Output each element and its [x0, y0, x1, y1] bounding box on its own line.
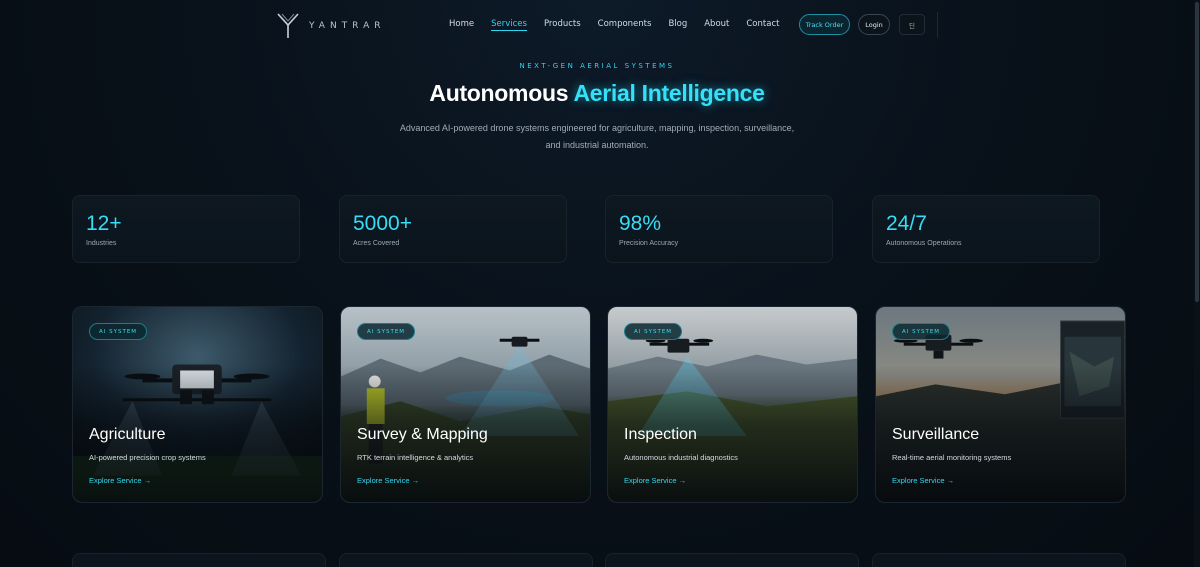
service-description: Autonomous industrial diagnostics — [624, 453, 738, 462]
login-button[interactable]: Login — [858, 14, 890, 35]
language-button[interactable]: 딘 — [899, 14, 925, 35]
service-card-survey-mapping[interactable]: AI SYSTEM Survey & Mapping RTK terrain i… — [340, 306, 591, 503]
service-card-inspection[interactable]: AI SYSTEM Inspection Autonomous industri… — [607, 306, 858, 503]
explore-service-link[interactable]: Explore Service → — [89, 476, 151, 485]
nav-links: Home Services Products Components Blog A… — [449, 19, 796, 31]
ai-system-badge: AI SYSTEM — [624, 323, 683, 340]
yantrar-logo-icon — [277, 13, 299, 38]
ai-system-badge: AI SYSTEM — [89, 323, 148, 340]
nav-divider — [937, 12, 938, 38]
hero-eyebrow: NEXT-GEN AERIAL SYSTEMS — [519, 62, 675, 70]
service-description: AI-powered precision crop systems — [89, 453, 206, 462]
stat-value: 24/7 — [886, 212, 927, 235]
hero-subtitle-line-2: and industrial automation. — [545, 140, 649, 150]
stat-card-accuracy: 98% Precision Accuracy — [605, 195, 833, 263]
service-title: Surveillance — [892, 426, 980, 443]
stat-label: Industries — [86, 240, 117, 247]
next-row-card — [72, 553, 326, 567]
page-scrollbar[interactable] — [1194, 0, 1200, 567]
stat-card-acres: 5000+ Acres Covered — [339, 195, 567, 263]
stat-card-industries: 12+ Industries — [72, 195, 300, 263]
nav-link-services[interactable]: Services — [491, 19, 527, 31]
hero-title: Autonomous Aerial Intelligence — [0, 80, 1194, 107]
explore-service-link[interactable]: Explore Service → — [624, 476, 686, 485]
stat-label: Precision Accuracy — [619, 240, 679, 247]
stat-value: 5000+ — [353, 212, 412, 235]
service-title: Agriculture — [89, 426, 166, 443]
stat-card-operations: 24/7 Autonomous Operations — [872, 195, 1100, 263]
nav-link-products[interactable]: Products — [544, 19, 581, 31]
explore-service-link[interactable]: Explore Service → — [357, 476, 419, 485]
hero-title-main: Autonomous — [429, 80, 569, 106]
brand-name: YANTRAR — [309, 21, 386, 31]
next-row-card — [872, 553, 1126, 567]
service-title: Survey & Mapping — [357, 426, 488, 443]
stat-label: Acres Covered — [353, 240, 400, 247]
stat-value: 98% — [619, 212, 662, 235]
service-title: Inspection — [624, 426, 697, 443]
service-description: RTK terrain intelligence & analytics — [357, 453, 474, 462]
hero-title-highlight: Aerial Intelligence — [573, 80, 765, 106]
scrollbar-thumb[interactable] — [1195, 2, 1199, 302]
next-row-card — [339, 553, 593, 567]
nav-link-blog[interactable]: Blog — [668, 19, 687, 31]
stat-label: Autonomous Operations — [886, 240, 962, 247]
hero-subtitle: Advanced AI-powered drone systems engine… — [0, 120, 1194, 154]
nav-link-components[interactable]: Components — [598, 19, 652, 31]
nav-link-home[interactable]: Home — [449, 19, 474, 31]
ai-system-badge: AI SYSTEM — [892, 323, 951, 340]
explore-service-link[interactable]: Explore Service → — [892, 476, 954, 485]
next-row-card — [605, 553, 859, 567]
service-card-surveillance[interactable]: AI SYSTEM Surveillance Real-time aerial … — [875, 306, 1126, 503]
top-navbar: YANTRAR Home Services Products Component… — [0, 0, 1194, 50]
service-description: Real-time aerial monitoring systems — [892, 453, 1012, 462]
brand-logo[interactable]: YANTRAR — [277, 13, 385, 39]
ai-system-badge: AI SYSTEM — [357, 323, 416, 340]
nav-link-contact[interactable]: Contact — [746, 19, 779, 31]
service-card-agriculture[interactable]: AI SYSTEM Agriculture AI-powered precisi… — [72, 306, 323, 503]
track-order-button[interactable]: Track Order — [799, 14, 850, 35]
stat-value: 12+ — [86, 212, 122, 235]
nav-link-about[interactable]: About — [704, 19, 729, 31]
hero-subtitle-line-1: Advanced AI-powered drone systems engine… — [399, 123, 795, 133]
